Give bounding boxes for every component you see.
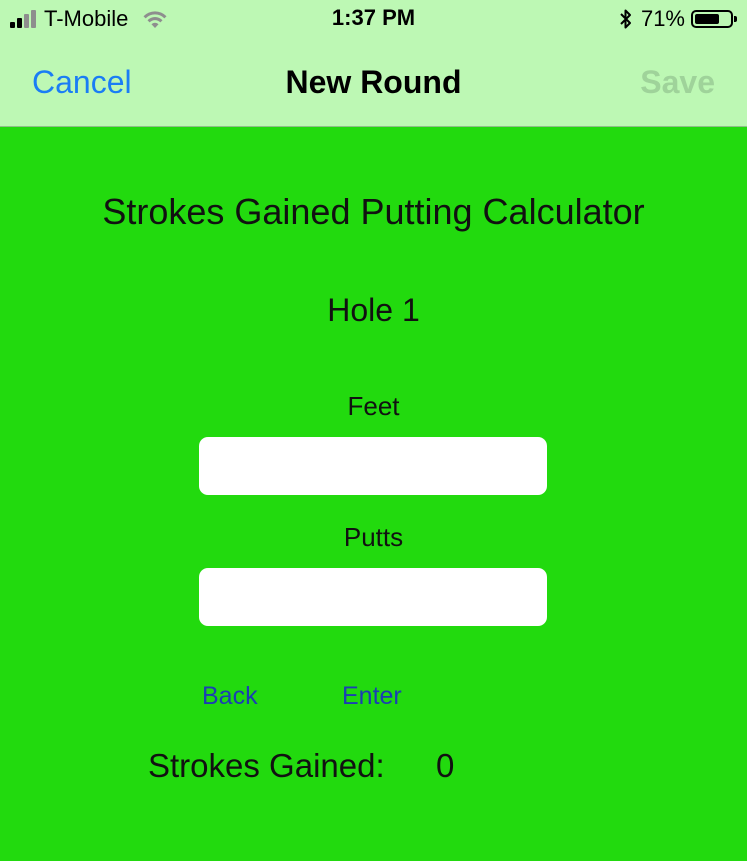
feet-input[interactable] [199, 437, 547, 495]
status-right: 71% [619, 6, 737, 31]
navigation-bar: Cancel New Round Save [0, 38, 747, 127]
back-button[interactable]: Back [202, 681, 258, 711]
bluetooth-icon [620, 9, 631, 29]
putts-label: Putts [343, 522, 404, 552]
putts-input[interactable] [199, 568, 547, 626]
hole-label: Hole 1 [327, 292, 420, 328]
save-button[interactable]: Save [640, 62, 715, 102]
strokes-gained-value: 0 [436, 747, 455, 784]
enter-button[interactable]: Enter [342, 681, 402, 711]
feet-label: Feet [347, 391, 400, 421]
battery-percent: 71% [640, 6, 685, 31]
nav-title: New Round [285, 64, 462, 100]
battery-icon [691, 10, 737, 28]
calculator-title: Strokes Gained Putting Calculator [102, 191, 645, 232]
status-bar: T-Mobile 1:37 PM 71% [0, 0, 747, 38]
strokes-gained-label: Strokes Gained: [148, 747, 385, 784]
